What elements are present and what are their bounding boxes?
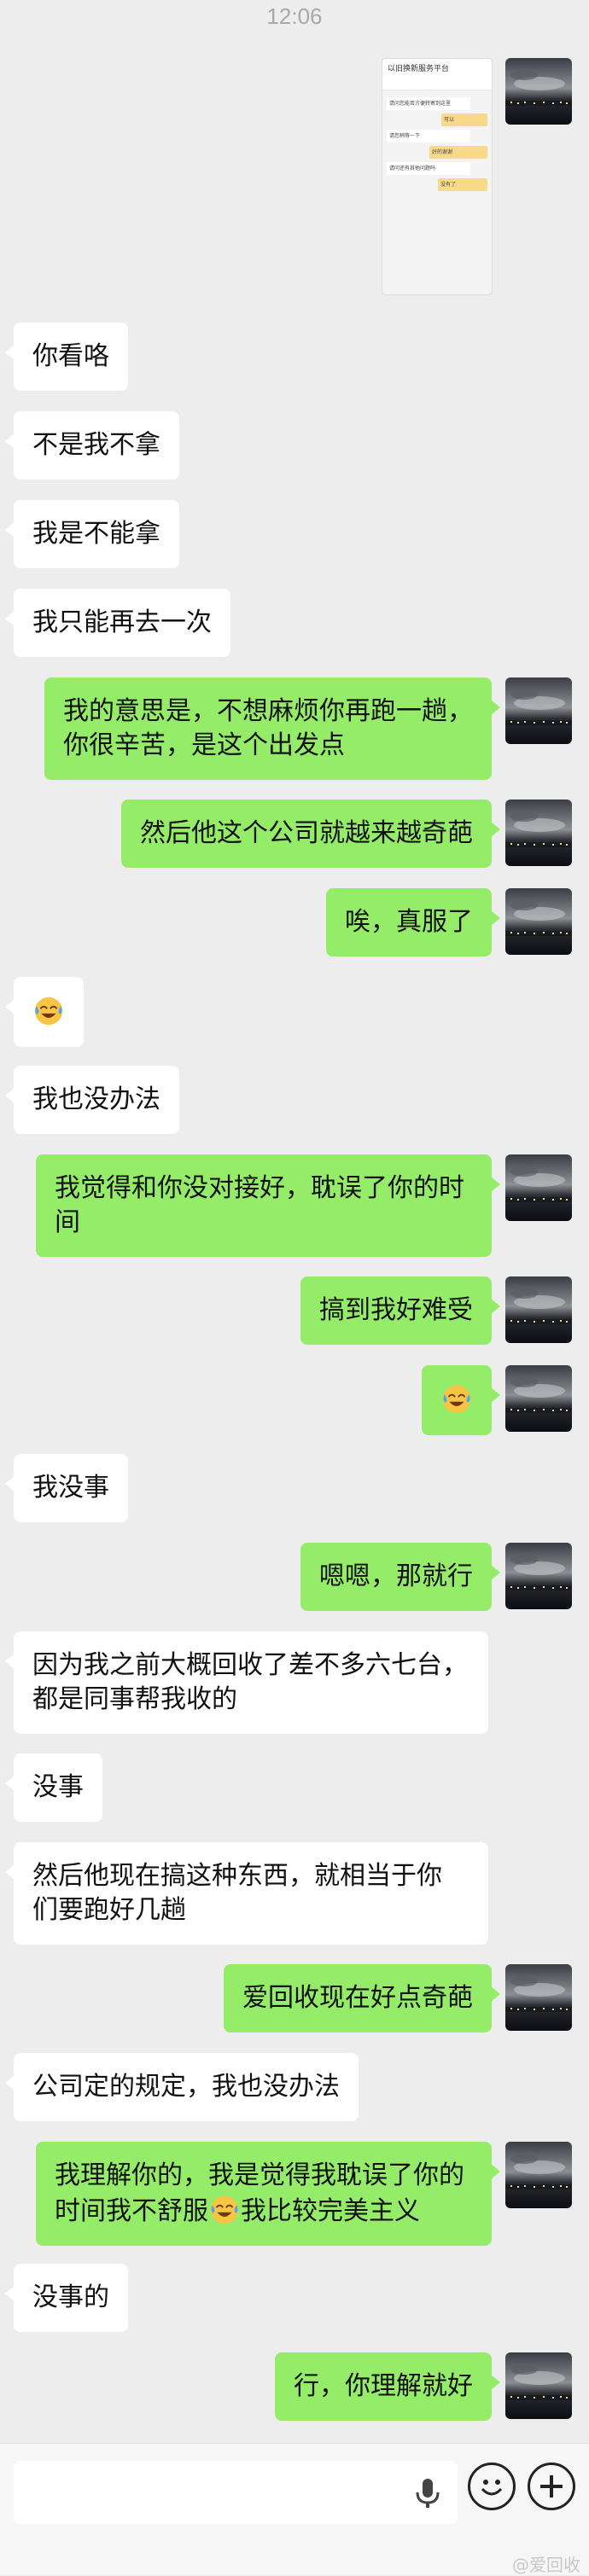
my-avatar[interactable] bbox=[505, 800, 572, 866]
timestamp: 12:06 bbox=[266, 3, 323, 29]
smiley-icon bbox=[481, 2480, 503, 2496]
message-line: 都是同事帮我收的 bbox=[32, 1684, 237, 1714]
my-avatar[interactable] bbox=[505, 888, 572, 955]
message-line: 我理解你的，我是觉得我耽误了你的 bbox=[55, 2160, 464, 2190]
screenshot-row: 请问您能否方便转寄到这里 bbox=[387, 97, 470, 110]
screenshot-row: 可以 bbox=[441, 113, 487, 126]
message-line: 因为我之前大概回收了差不多六七台， bbox=[32, 1650, 468, 1680]
message-input[interactable] bbox=[14, 2461, 458, 2524]
my-avatar[interactable] bbox=[505, 2352, 572, 2419]
incoming-message[interactable]: 我没事 bbox=[5, 1454, 128, 1522]
my-avatar[interactable] bbox=[505, 1276, 572, 1343]
laugh-cry-emoji-icon bbox=[440, 1382, 473, 1415]
message-text: 我比较完美主义 bbox=[241, 2196, 420, 2226]
message-line: 间 bbox=[55, 1207, 80, 1237]
microphone-icon[interactable] bbox=[413, 2476, 442, 2510]
my-avatar[interactable] bbox=[505, 1543, 572, 1609]
my-avatar[interactable] bbox=[505, 58, 572, 125]
screenshot-row: 好的谢谢 bbox=[429, 146, 487, 159]
screenshot-row: 请您稍等一下 bbox=[387, 130, 470, 142]
laugh-cry-emoji-icon bbox=[32, 994, 65, 1026]
incoming-message[interactable]: 我也没办法 bbox=[5, 1066, 179, 1134]
incoming-message[interactable]: 然后他现在搞这种东西，就相当于你 们要跑好几趟 bbox=[5, 1842, 488, 1945]
outgoing-message[interactable]: 我理解你的，我是觉得我耽误了你的 时间我不舒服 我比较完美主义 bbox=[36, 2142, 500, 2246]
incoming-message[interactable]: 我只能再去一次 bbox=[5, 589, 230, 657]
outgoing-message[interactable]: 我觉得和你没对接好，耽误了你的时 间 bbox=[36, 1154, 500, 1257]
incoming-message[interactable]: 没事 bbox=[5, 1753, 102, 1822]
outgoing-message[interactable]: 唉，真服了 bbox=[326, 888, 500, 957]
message-text: 时间我不舒服 bbox=[55, 2196, 208, 2226]
message-line: 我觉得和你没对接好，耽误了你的时 bbox=[55, 1173, 464, 1203]
screenshot-title: 以旧换新服务平台 bbox=[382, 59, 492, 90]
incoming-message[interactable]: 你看咯 bbox=[5, 323, 128, 391]
more-button[interactable] bbox=[528, 2463, 575, 2510]
incoming-message[interactable]: 我是不能拿 bbox=[5, 500, 179, 568]
watermark: @爱回收 bbox=[512, 2555, 580, 2575]
outgoing-message[interactable] bbox=[422, 1365, 500, 1435]
shared-screenshot-image[interactable]: 以旧换新服务平台 请问您能否方便转寄到这里 可以 请您稍等一下 好的谢谢 请问还… bbox=[382, 58, 493, 295]
input-bar bbox=[0, 2443, 589, 2575]
my-avatar[interactable] bbox=[505, 677, 572, 744]
message-line: 我的意思是，不想麻烦你再跑一趟， bbox=[63, 696, 473, 726]
message-line: 们要跑好几趟 bbox=[32, 1895, 186, 1925]
emoji-button[interactable] bbox=[468, 2463, 516, 2510]
outgoing-message[interactable]: 我的意思是，不想麻烦你再跑一趟， 你很辛苦，是这个出发点 bbox=[44, 677, 500, 780]
outgoing-message[interactable]: 搞到我好难受 bbox=[300, 1276, 500, 1345]
my-avatar[interactable] bbox=[505, 1964, 572, 2031]
laugh-cry-emoji-icon bbox=[208, 2193, 241, 2225]
screenshot-row: 没有了 bbox=[438, 178, 487, 191]
incoming-message[interactable] bbox=[5, 977, 84, 1047]
message-line: 然后他现在搞这种东西，就相当于你 bbox=[32, 1861, 442, 1891]
outgoing-message[interactable]: 爱回收现在好点奇葩 bbox=[224, 1964, 500, 2032]
incoming-message[interactable]: 因为我之前大概回收了差不多六七台， 都是同事帮我收的 bbox=[5, 1631, 488, 1734]
my-avatar[interactable] bbox=[505, 2142, 572, 2208]
message-line: 时间我不舒服 我比较完美主义 bbox=[55, 2193, 473, 2229]
message-line: 你很辛苦，是这个出发点 bbox=[63, 730, 345, 760]
incoming-message[interactable]: 没事的 bbox=[5, 2264, 128, 2332]
incoming-message[interactable]: 公司定的规定，我也没办法 bbox=[5, 2053, 359, 2121]
plus-icon bbox=[540, 2475, 563, 2497]
my-avatar[interactable] bbox=[505, 1365, 572, 1432]
outgoing-message[interactable]: 嗯嗯，那就行 bbox=[300, 1543, 500, 1611]
outgoing-message[interactable]: 然后他这个公司就越来越奇葩 bbox=[121, 800, 500, 868]
incoming-message[interactable]: 不是我不拿 bbox=[5, 411, 179, 480]
outgoing-message[interactable]: 行，你理解就好 bbox=[275, 2352, 500, 2421]
my-avatar[interactable] bbox=[505, 1154, 572, 1221]
screenshot-row: 请问还有其他问题吗 bbox=[387, 162, 470, 175]
